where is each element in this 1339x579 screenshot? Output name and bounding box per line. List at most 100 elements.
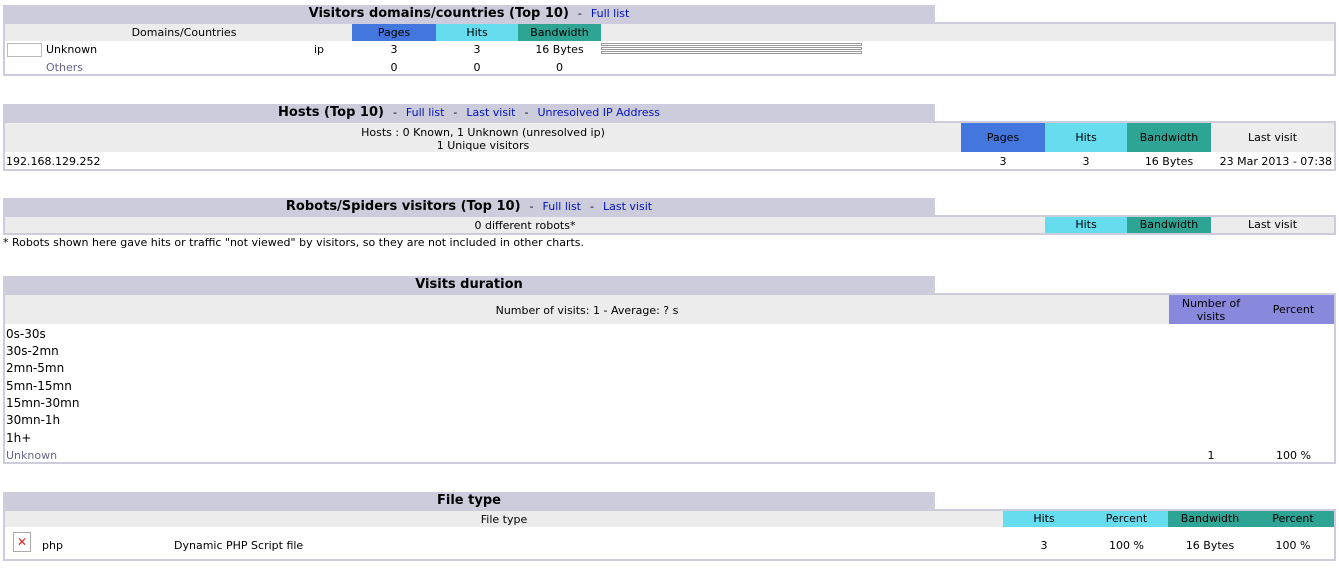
duration-table: Number of visits: 1 - Average: ? s Numbe…	[3, 293, 1336, 464]
col-bandwidth-label: Bandwidth	[1139, 131, 1199, 144]
duration-range-3: 5mn-15mn	[6, 379, 72, 393]
col-bandwidth-percent: Percent	[1252, 511, 1334, 527]
broken-image-icon: ✕	[13, 532, 31, 552]
col-hits-label: Hits	[466, 26, 488, 39]
robots-summary: 0 different robots*	[474, 219, 576, 232]
others-pages: 0	[390, 61, 398, 74]
separator: -	[590, 200, 594, 213]
filetype-bandwidth-percent: 100 %	[1275, 539, 1311, 552]
filetype-hits: 3	[1040, 539, 1048, 552]
host-bandwidth: 16 Bytes	[1144, 155, 1194, 168]
duration-unknown-visits: 1	[1207, 449, 1215, 462]
duration-section-title: Visits duration	[3, 276, 935, 294]
domain-bandwidth: 16 Bytes	[535, 43, 584, 56]
col-bandwidth: Bandwidth	[1168, 511, 1252, 527]
duration-summary: Number of visits: 1 - Average: ? s	[495, 304, 679, 317]
robots-table: 0 different robots* Hits Bandwidth Last …	[3, 215, 1336, 235]
duration-range-4: 15mn-30mn	[6, 396, 80, 410]
col-last-visit: Last visit	[1211, 217, 1334, 233]
robots-footnote: * Robots shown here gave hits or traffic…	[3, 236, 585, 249]
col-domains-countries: Domains/Countries	[131, 26, 237, 39]
bar-pages	[601, 43, 862, 46]
col-hits: Hits	[1045, 217, 1127, 233]
duration-range-5: 30mn-1h	[6, 413, 61, 427]
table-row: 192.168.129.252 3 3 16 Bytes 23 Mar 2013…	[5, 152, 1334, 169]
col-file-type: File type	[480, 513, 528, 526]
host-ip: 192.168.129.252	[6, 155, 101, 168]
col-visits-label: Number of visits	[1181, 297, 1241, 323]
col-percent-label: Percent	[1105, 512, 1148, 525]
duration-title: Visits duration	[415, 277, 523, 292]
domains-title: Visitors domains/countries (Top 10)	[308, 6, 569, 21]
separator: -	[524, 106, 529, 119]
col-bandwidth: Bandwidth	[1127, 217, 1211, 233]
duration-unknown-label: Unknown	[6, 449, 58, 462]
filetype-desc: Dynamic PHP Script file	[174, 539, 304, 552]
duration-range-0: 0s-30s	[6, 327, 46, 341]
hosts-unresolved-link[interactable]: Unresolved IP Address	[537, 106, 660, 119]
hosts-title: Hosts (Top 10)	[278, 105, 384, 120]
col-pages: Pages	[352, 24, 436, 41]
col-bandwidth-label: Bandwidth	[1139, 218, 1199, 231]
host-last-visit: 23 Mar 2013 - 07:38	[1219, 155, 1332, 168]
hosts-section-title: Hosts (Top 10) - Full list - Last visit - Unre…	[3, 104, 935, 122]
col-pages: Pages	[961, 123, 1045, 152]
col-percent2-label: Percent	[1272, 512, 1314, 525]
filetype-table: File type Hits Percent Bandwidth Percent…	[3, 509, 1336, 561]
bandwidth-bar-graph	[601, 43, 862, 55]
separator: -	[529, 200, 534, 213]
filetype-ext: php	[42, 539, 63, 552]
robots-full-list-link[interactable]: Full list	[543, 200, 581, 213]
col-hits: Hits	[1003, 511, 1085, 527]
table-row: ✕ php Dynamic PHP Script file 3 100 % 16…	[5, 527, 1334, 559]
host-hits: 3	[1082, 155, 1090, 168]
domains-section-title: Visitors domains/countries (Top 10) - Full…	[3, 5, 935, 23]
robots-section-title: Robots/Spiders visitors (Top 10) - Full li…	[3, 198, 935, 216]
filetype-bandwidth: 16 Bytes	[1185, 539, 1235, 552]
table-row-others: Others 0 0 0	[5, 59, 1334, 76]
filetype-section-title: File type	[3, 492, 935, 510]
col-bandwidth-label: Bandwidth	[530, 26, 589, 39]
robots-last-visit-link[interactable]: Last visit	[603, 200, 652, 213]
domain-hits: 3	[473, 43, 481, 56]
host-pages: 3	[999, 155, 1007, 168]
separator: -	[577, 7, 582, 20]
col-bandwidth: Bandwidth	[1127, 123, 1211, 152]
col-hits-label: Hits	[1075, 218, 1097, 231]
col-bandwidth: Bandwidth	[518, 24, 601, 41]
col-last-visit: Last visit	[1211, 123, 1334, 152]
separator: -	[453, 106, 458, 119]
duration-range-2: 2mn-5mn	[6, 361, 65, 375]
col-hits: Hits	[436, 24, 518, 41]
hosts-full-list-link[interactable]: Full list	[406, 106, 444, 119]
bar-bandwidth	[601, 51, 862, 54]
robots-title: Robots/Spiders visitors (Top 10)	[285, 199, 521, 214]
duration-unknown-percent: 100 %	[1276, 449, 1311, 462]
separator: -	[392, 106, 397, 119]
col-percent: Percent	[1085, 511, 1168, 527]
hosts-summary-line2: 1 Unique visitors	[436, 139, 530, 152]
hosts-table: Hosts : 0 Known, 1 Unknown (unresolved i…	[3, 121, 1336, 171]
bar-hits	[601, 47, 862, 50]
hosts-last-visit-link[interactable]: Last visit	[466, 106, 515, 119]
others-label: Others	[46, 61, 83, 74]
table-row: Unknown ip 3 3 16 Bytes	[5, 41, 1334, 59]
domain-name: Unknown	[46, 43, 98, 56]
col-percent: Percent	[1253, 295, 1334, 324]
domain-code: ip	[314, 43, 325, 56]
others-bandwidth: 0	[556, 61, 563, 74]
domains-table: Domains/Countries Pages Hits Bandwidth U…	[3, 22, 1336, 76]
duration-range-6: 1h+	[6, 431, 32, 445]
col-hits-label: Hits	[1033, 512, 1055, 525]
col-number-of-visits: Number of visits	[1169, 295, 1253, 324]
filetype-percent: 100 %	[1109, 539, 1144, 552]
col-percent-label: Percent	[1272, 303, 1315, 316]
col-pages-label: Pages	[377, 26, 411, 39]
col-pages-label: Pages	[986, 131, 1020, 144]
filetype-title: File type	[437, 493, 501, 508]
flag-icon	[7, 43, 42, 57]
domains-full-list-link[interactable]: Full list	[591, 7, 629, 20]
others-hits: 0	[473, 61, 481, 74]
hosts-summary-line1: Hosts : 0 Known, 1 Unknown (unresolved i…	[361, 126, 605, 139]
duration-range-1: 30s-2mn	[6, 344, 59, 358]
